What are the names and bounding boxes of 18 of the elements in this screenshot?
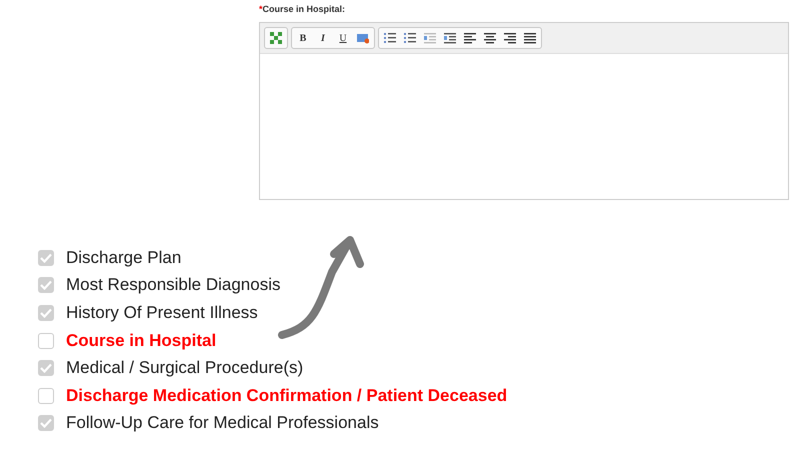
checkbox[interactable] bbox=[38, 415, 54, 432]
checkbox[interactable] bbox=[38, 332, 54, 349]
checklist-label: Most Responsible Diagnosis bbox=[66, 275, 280, 296]
checkbox[interactable] bbox=[38, 277, 54, 294]
checklist-label: Discharge Medication Confirmation / Patient Deceased bbox=[66, 386, 508, 406]
checkbox[interactable] bbox=[38, 250, 54, 266]
format-button[interactable]: U bbox=[334, 29, 352, 47]
checklist-label: Course in Hospital bbox=[66, 330, 216, 351]
checklist-label: Follow-Up Care for Medical Professionals bbox=[66, 413, 379, 434]
format-button[interactable]: B bbox=[294, 29, 312, 47]
checkbox[interactable] bbox=[38, 388, 54, 404]
field-label: *Course in Hospital: bbox=[259, 4, 346, 16]
checkbox[interactable] bbox=[38, 360, 54, 376]
checkbox[interactable] bbox=[38, 304, 54, 321]
format-button[interactable]: I bbox=[314, 29, 332, 47]
checklist-label: Medical / Surgical Procedure(s) bbox=[66, 358, 304, 378]
checklist-label: Discharge Plan bbox=[66, 248, 182, 268]
checklist-label: History Of Present Illness bbox=[66, 302, 258, 323]
